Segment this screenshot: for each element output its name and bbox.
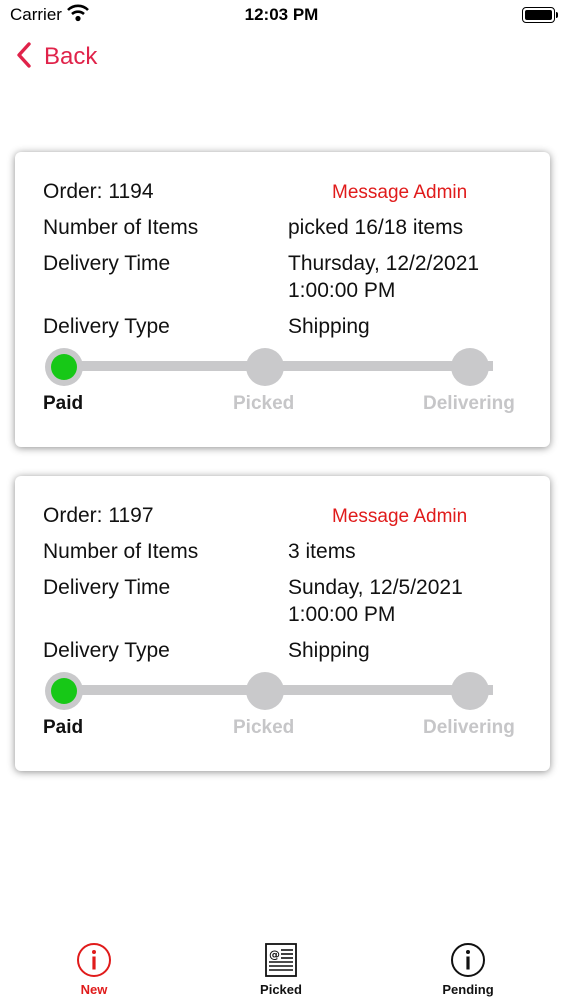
tab-new[interactable]: New [39, 938, 149, 1000]
order-progress: Paid Picked Delivering [43, 348, 523, 418]
delivery-time-date: Sunday, 12/5/2021 [288, 576, 463, 599]
step-delivering-label: Delivering [423, 393, 515, 414]
tab-picked-label: Picked [260, 982, 302, 997]
items-label: Number of Items [43, 216, 199, 239]
step-paid-node [45, 348, 83, 386]
order-number: Order: 1197 [43, 504, 154, 527]
step-picked-node [246, 672, 284, 710]
step-paid-label: Paid [43, 717, 84, 738]
delivery-type-value: Shipping [288, 315, 370, 338]
delivery-time-date: Thursday, 12/2/2021 [288, 252, 480, 275]
chevron-left-icon [16, 41, 32, 73]
step-paid-node [45, 672, 83, 710]
svg-text:@: @ [269, 948, 280, 961]
step-picked-label: Picked [233, 717, 295, 738]
back-label: Back [44, 43, 98, 70]
step-paid-label: Paid [43, 393, 84, 414]
delivery-time-hour: 1:00:00 PM [288, 279, 396, 302]
tab-bar: New @ Picked Pending [0, 938, 563, 1000]
items-value: picked 16/18 items [288, 216, 464, 239]
order-card[interactable]: Order: 1194 Message Admin Number of Item… [15, 152, 550, 447]
delivery-time-label: Delivery Time [43, 252, 171, 275]
step-picked-node [246, 348, 284, 386]
status-bar: Carrier 12:03 PM [0, 0, 563, 30]
delivery-type-label: Delivery Type [43, 639, 170, 662]
tab-pending[interactable]: Pending [413, 938, 523, 1000]
message-admin-link[interactable]: Message Admin [332, 182, 467, 204]
back-button[interactable]: Back [16, 40, 97, 74]
info-circle-icon [450, 942, 486, 978]
order-progress: Paid Picked Delivering [43, 672, 523, 742]
tab-new-label: New [80, 982, 108, 997]
delivery-type-value: Shipping [288, 639, 370, 662]
delivery-time-hour: 1:00:00 PM [288, 603, 396, 626]
items-label: Number of Items [43, 540, 199, 563]
tab-pending-label: Pending [442, 982, 494, 997]
step-picked-label: Picked [233, 393, 295, 414]
order-card[interactable]: Order: 1197 Message Admin Number of Item… [15, 476, 550, 771]
message-admin-link[interactable]: Message Admin [332, 506, 467, 528]
clock: 12:03 PM [244, 5, 319, 24]
tab-picked[interactable]: @ Picked [226, 938, 336, 1000]
delivery-type-label: Delivery Type [43, 315, 170, 338]
order-number: Order: 1194 [43, 180, 154, 203]
delivery-time-label: Delivery Time [43, 576, 171, 599]
battery-icon [522, 7, 555, 23]
items-value: 3 items [288, 540, 356, 563]
newspaper-icon: @ [263, 942, 299, 978]
info-circle-icon [76, 942, 112, 978]
step-delivering-node [451, 672, 489, 710]
step-delivering-label: Delivering [423, 717, 515, 738]
step-delivering-node [451, 348, 489, 386]
